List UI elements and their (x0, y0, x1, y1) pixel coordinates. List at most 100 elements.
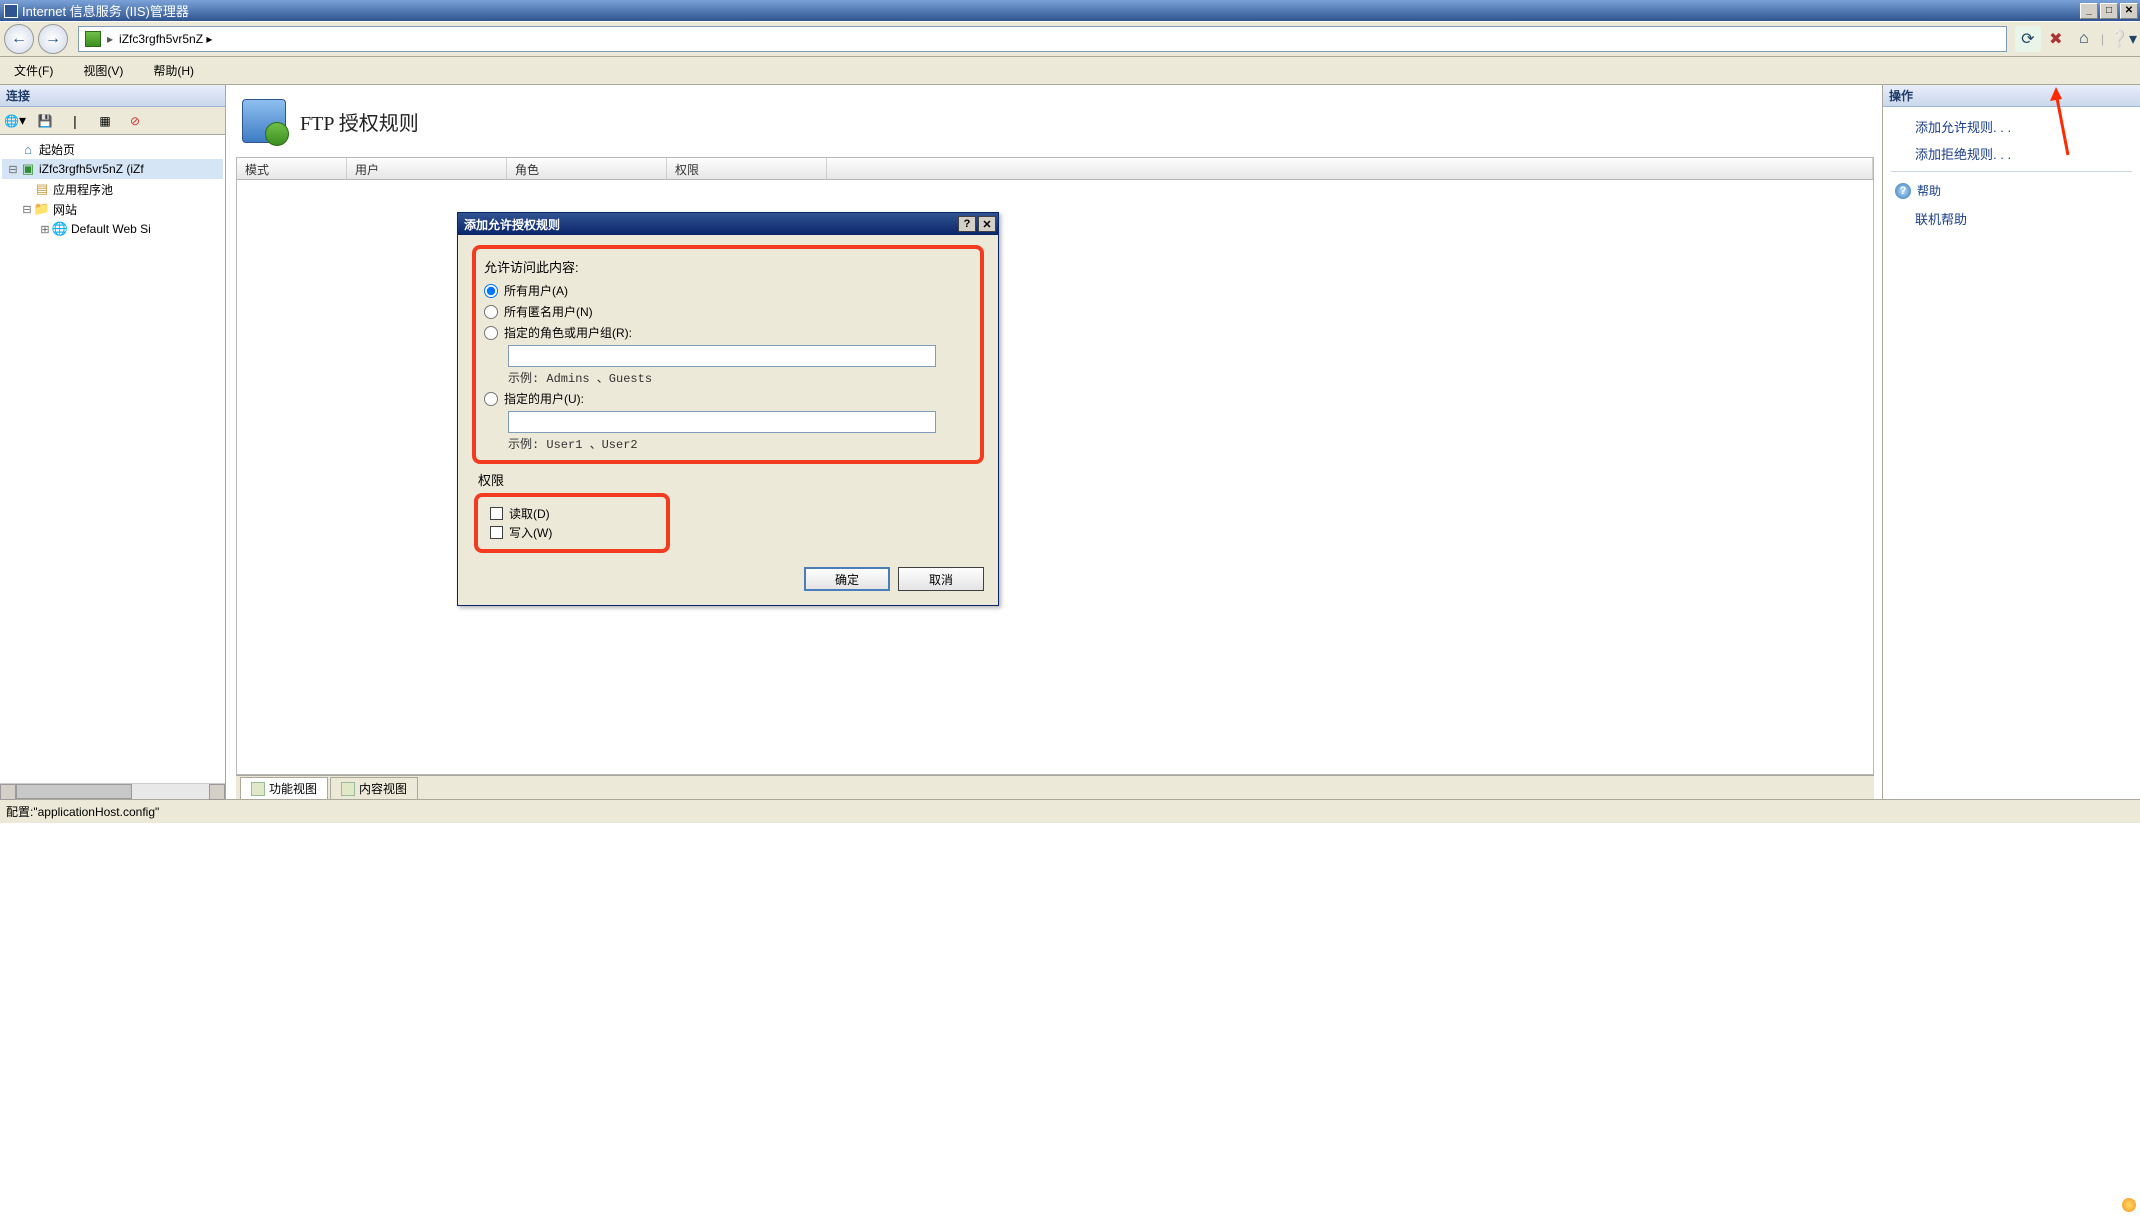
collapse-icon[interactable]: ⊟ (20, 203, 34, 216)
actions-body: 添加允许规则. . . 添加拒绝规则. . . ? 帮助 联机帮助 (1883, 107, 2140, 238)
tree-node-server[interactable]: ⊟▣iZfc3rgfh5vr5nZ (iZf (2, 159, 223, 179)
help-icon: ? (1895, 183, 1911, 199)
conn-delete-button[interactable]: ⊘ (124, 110, 146, 132)
radio-input[interactable] (484, 305, 498, 319)
window-titlebar: Internet 信息服务 (IIS)管理器 _ □ ✕ (0, 0, 2140, 21)
action-add-deny-rule[interactable]: 添加拒绝规则. . . (1891, 140, 2132, 167)
col-user[interactable]: 用户 (347, 158, 507, 179)
menu-bar: 文件(F) 视图(V) 帮助(H) (0, 57, 2140, 85)
action-help[interactable]: ? 帮助 (1891, 176, 2132, 205)
dialog-close-button[interactable]: ✕ (978, 216, 996, 232)
col-mode[interactable]: 模式 (237, 158, 347, 179)
separator-icon: | (64, 110, 86, 132)
connections-header: 连接 (0, 85, 225, 107)
rules-grid: 模式 用户 角色 权限 添加允许授权规则 ? ✕ 允许访问此内容: (236, 157, 1874, 775)
conn-world-button[interactable]: 🌐▾ (4, 110, 26, 132)
tab-label: 内容视图 (359, 780, 407, 797)
actions-panel: 操作 添加允许规则. . . 添加拒绝规则. . . ? 帮助 联机帮助 (1882, 85, 2140, 799)
back-button[interactable]: ← (4, 24, 34, 54)
refresh-button[interactable]: ⟳ (2015, 26, 2041, 52)
checkbox-icon[interactable] (490, 526, 503, 539)
status-text: 配置:"applicationHost.config" (6, 803, 159, 820)
checkbox-read[interactable]: 读取(D) (490, 505, 654, 522)
radio-label: 所有用户(A) (504, 282, 568, 299)
actions-header: 操作 (1883, 85, 2140, 107)
radio-users[interactable]: 指定的用户(U): (484, 390, 970, 407)
tree-label: 应用程序池 (53, 181, 113, 198)
col-role[interactable]: 角色 (507, 158, 667, 179)
roles-input[interactable] (508, 345, 936, 367)
home-button[interactable]: ⌂ (2071, 26, 2097, 52)
radio-input[interactable] (484, 326, 498, 340)
connections-tree[interactable]: ⌂起始页 ⊟▣iZfc3rgfh5vr5nZ (iZf ▤应用程序池 ⊟📁网站 … (0, 135, 225, 783)
users-input[interactable] (508, 411, 936, 433)
checkbox-icon[interactable] (490, 507, 503, 520)
radio-anon-users[interactable]: 所有匿名用户(N) (484, 303, 970, 320)
grid-icon: ▦ (99, 114, 110, 128)
menu-help[interactable]: 帮助(H) (147, 58, 200, 83)
server-icon (85, 31, 101, 47)
tab-content-view[interactable]: 内容视图 (330, 777, 418, 799)
menu-file[interactable]: 文件(F) (8, 58, 59, 83)
forward-button[interactable]: → (38, 24, 68, 54)
conn-save-button[interactable]: 💾 (34, 110, 56, 132)
col-perm[interactable]: 权限 (667, 158, 827, 179)
folder-icon: 📁 (34, 201, 50, 217)
delete-icon: ⊘ (130, 114, 140, 128)
tree-node-startpage[interactable]: ⌂起始页 (2, 139, 223, 159)
scroll-thumb[interactable] (16, 784, 132, 799)
tree-label: Default Web Si (71, 222, 151, 236)
section-label-access: 允许访问此内容: (484, 257, 970, 276)
ok-button[interactable]: 确定 (804, 567, 890, 591)
scroll-left-icon[interactable] (0, 784, 16, 800)
action-online-help[interactable]: 联机帮助 (1891, 205, 2132, 232)
checkbox-write[interactable]: 写入(W) (490, 524, 654, 541)
page-title: FTP 授权规则 (300, 107, 419, 136)
tree-node-default-site[interactable]: ⊞🌐Default Web Si (2, 219, 223, 239)
highlight-box-permissions: 读取(D) 写入(W) (474, 493, 670, 553)
cancel-button[interactable]: 取消 (898, 567, 984, 591)
collapse-icon[interactable]: ⊟ (6, 163, 20, 176)
window-close-button[interactable]: ✕ (2120, 3, 2138, 19)
tree-label: 网站 (53, 201, 77, 218)
window-title: Internet 信息服务 (IIS)管理器 (22, 1, 2078, 20)
stop-button[interactable]: ✖ (2043, 26, 2069, 52)
connections-scrollbar-h[interactable] (0, 783, 225, 799)
address-box[interactable]: ▸ iZfc3rgfh5vr5nZ ▸ (78, 26, 2007, 52)
tab-label: 功能视图 (269, 780, 317, 797)
checkbox-label: 写入(W) (509, 524, 552, 541)
globe-icon: 🌐 (4, 114, 19, 128)
connections-panel: 连接 🌐▾ 💾 | ▦ ⊘ ⌂起始页 ⊟▣iZfc3rgfh5vr5nZ (iZ… (0, 85, 226, 799)
section-label-permissions: 权限 (478, 470, 984, 489)
conn-grid-button[interactable]: ▦ (94, 110, 116, 132)
tree-node-sites[interactable]: ⊟📁网站 (2, 199, 223, 219)
grid-header: 模式 用户 角色 权限 (237, 158, 1873, 180)
tree-node-apppools[interactable]: ▤应用程序池 (2, 179, 223, 199)
action-add-allow-rule[interactable]: 添加允许规则. . . (1891, 113, 2132, 140)
separator-icon: | (2097, 32, 2108, 46)
connections-toolbar: 🌐▾ 💾 | ▦ ⊘ (0, 107, 225, 135)
window-minimize-button[interactable]: _ (2080, 3, 2098, 19)
tree-label: iZfc3rgfh5vr5nZ (iZf (39, 162, 144, 176)
dialog-titlebar[interactable]: 添加允许授权规则 ? ✕ (458, 213, 998, 235)
radio-input[interactable] (484, 392, 498, 406)
address-path: iZfc3rgfh5vr5nZ ▸ (119, 32, 212, 46)
scroll-right-icon[interactable] (209, 784, 225, 800)
radio-all-users[interactable]: 所有用户(A) (484, 282, 970, 299)
dialog-help-button[interactable]: ? (958, 216, 976, 232)
expand-icon[interactable]: ⊞ (38, 223, 52, 236)
app-icon (4, 4, 18, 18)
page-header: FTP 授权规则 (236, 95, 1874, 157)
radio-roles[interactable]: 指定的角色或用户组(R): (484, 324, 970, 341)
home-icon: ⌂ (20, 141, 36, 157)
help-label: 帮助 (1917, 182, 1941, 199)
roles-hint: 示例: Admins 、Guests (508, 369, 970, 386)
center-panel: FTP 授权规则 模式 用户 角色 权限 添加允许授权规则 ? ✕ 允许访问此内 (226, 85, 1882, 799)
menu-view[interactable]: 视图(V) (77, 58, 129, 83)
window-maximize-button[interactable]: □ (2100, 3, 2118, 19)
logo-icon (2122, 1198, 2136, 1212)
tab-features-view[interactable]: 功能视图 (240, 777, 328, 799)
col-blank (827, 158, 1873, 179)
radio-input[interactable] (484, 284, 498, 298)
help-dropdown-button[interactable]: ❔▾ (2110, 26, 2136, 52)
